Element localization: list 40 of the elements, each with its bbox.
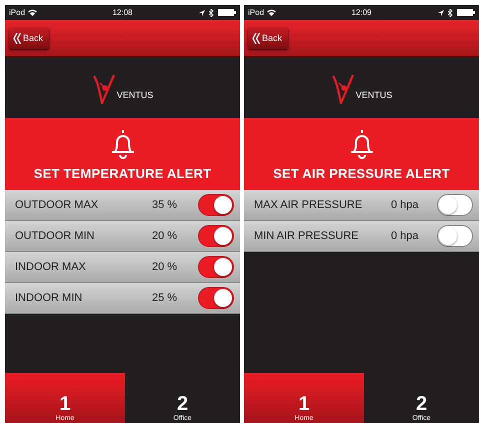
back-button[interactable]: Back (248, 28, 288, 48)
alert-label: OUTDOOR MIN (15, 230, 96, 242)
alert-label: MIN AIR PRESSURE (254, 230, 360, 242)
battery-icon (457, 9, 475, 16)
toggle-switch[interactable] (198, 256, 234, 278)
alert-title: SET TEMPERATURE ALERT (34, 166, 212, 180)
location-arrow-icon (199, 10, 205, 16)
back-button[interactable]: Back (9, 28, 50, 48)
double-chevron-icon (252, 32, 260, 44)
alert-label: MAX AIR PRESSURE (254, 199, 364, 211)
battery-icon (218, 9, 236, 16)
toggle-switch[interactable] (198, 194, 234, 216)
wifi-icon (28, 9, 38, 16)
wifi-icon (267, 9, 276, 16)
status-time: 12:08 (112, 8, 133, 17)
toggle-switch[interactable] (437, 225, 473, 247)
logo-text: VENTUS (116, 90, 154, 102)
alert-value: 35 % (152, 199, 178, 211)
alert-label: INDOOR MAX (15, 261, 87, 273)
status-time: 12:09 (351, 8, 372, 17)
toggle-switch[interactable] (437, 194, 473, 216)
carrier-name: iPod (248, 8, 264, 17)
toggle-switch[interactable] (198, 225, 234, 247)
alert-value: 20 % (152, 230, 178, 242)
logo-icon (330, 74, 355, 104)
double-chevron-icon (13, 32, 21, 44)
location-arrow-icon (438, 10, 444, 16)
logo-icon (92, 74, 116, 104)
logo-text: VENTUS (354, 90, 392, 102)
alert-value: 20 % (152, 261, 178, 273)
alert-title: SET AIR PRESSURE ALERT (273, 166, 450, 180)
alert-value: 0 hpa (391, 230, 420, 242)
alert-label: OUTDOOR MAX (15, 199, 100, 211)
alert-value: 25 % (152, 292, 178, 304)
toggle-switch[interactable] (198, 287, 234, 309)
alert-label: INDOOR MIN (15, 292, 84, 304)
alert-value: 0 hpa (391, 199, 420, 211)
bluetooth-icon (209, 8, 214, 16)
bluetooth-icon (448, 8, 453, 16)
carrier-name: iPod (9, 8, 26, 17)
